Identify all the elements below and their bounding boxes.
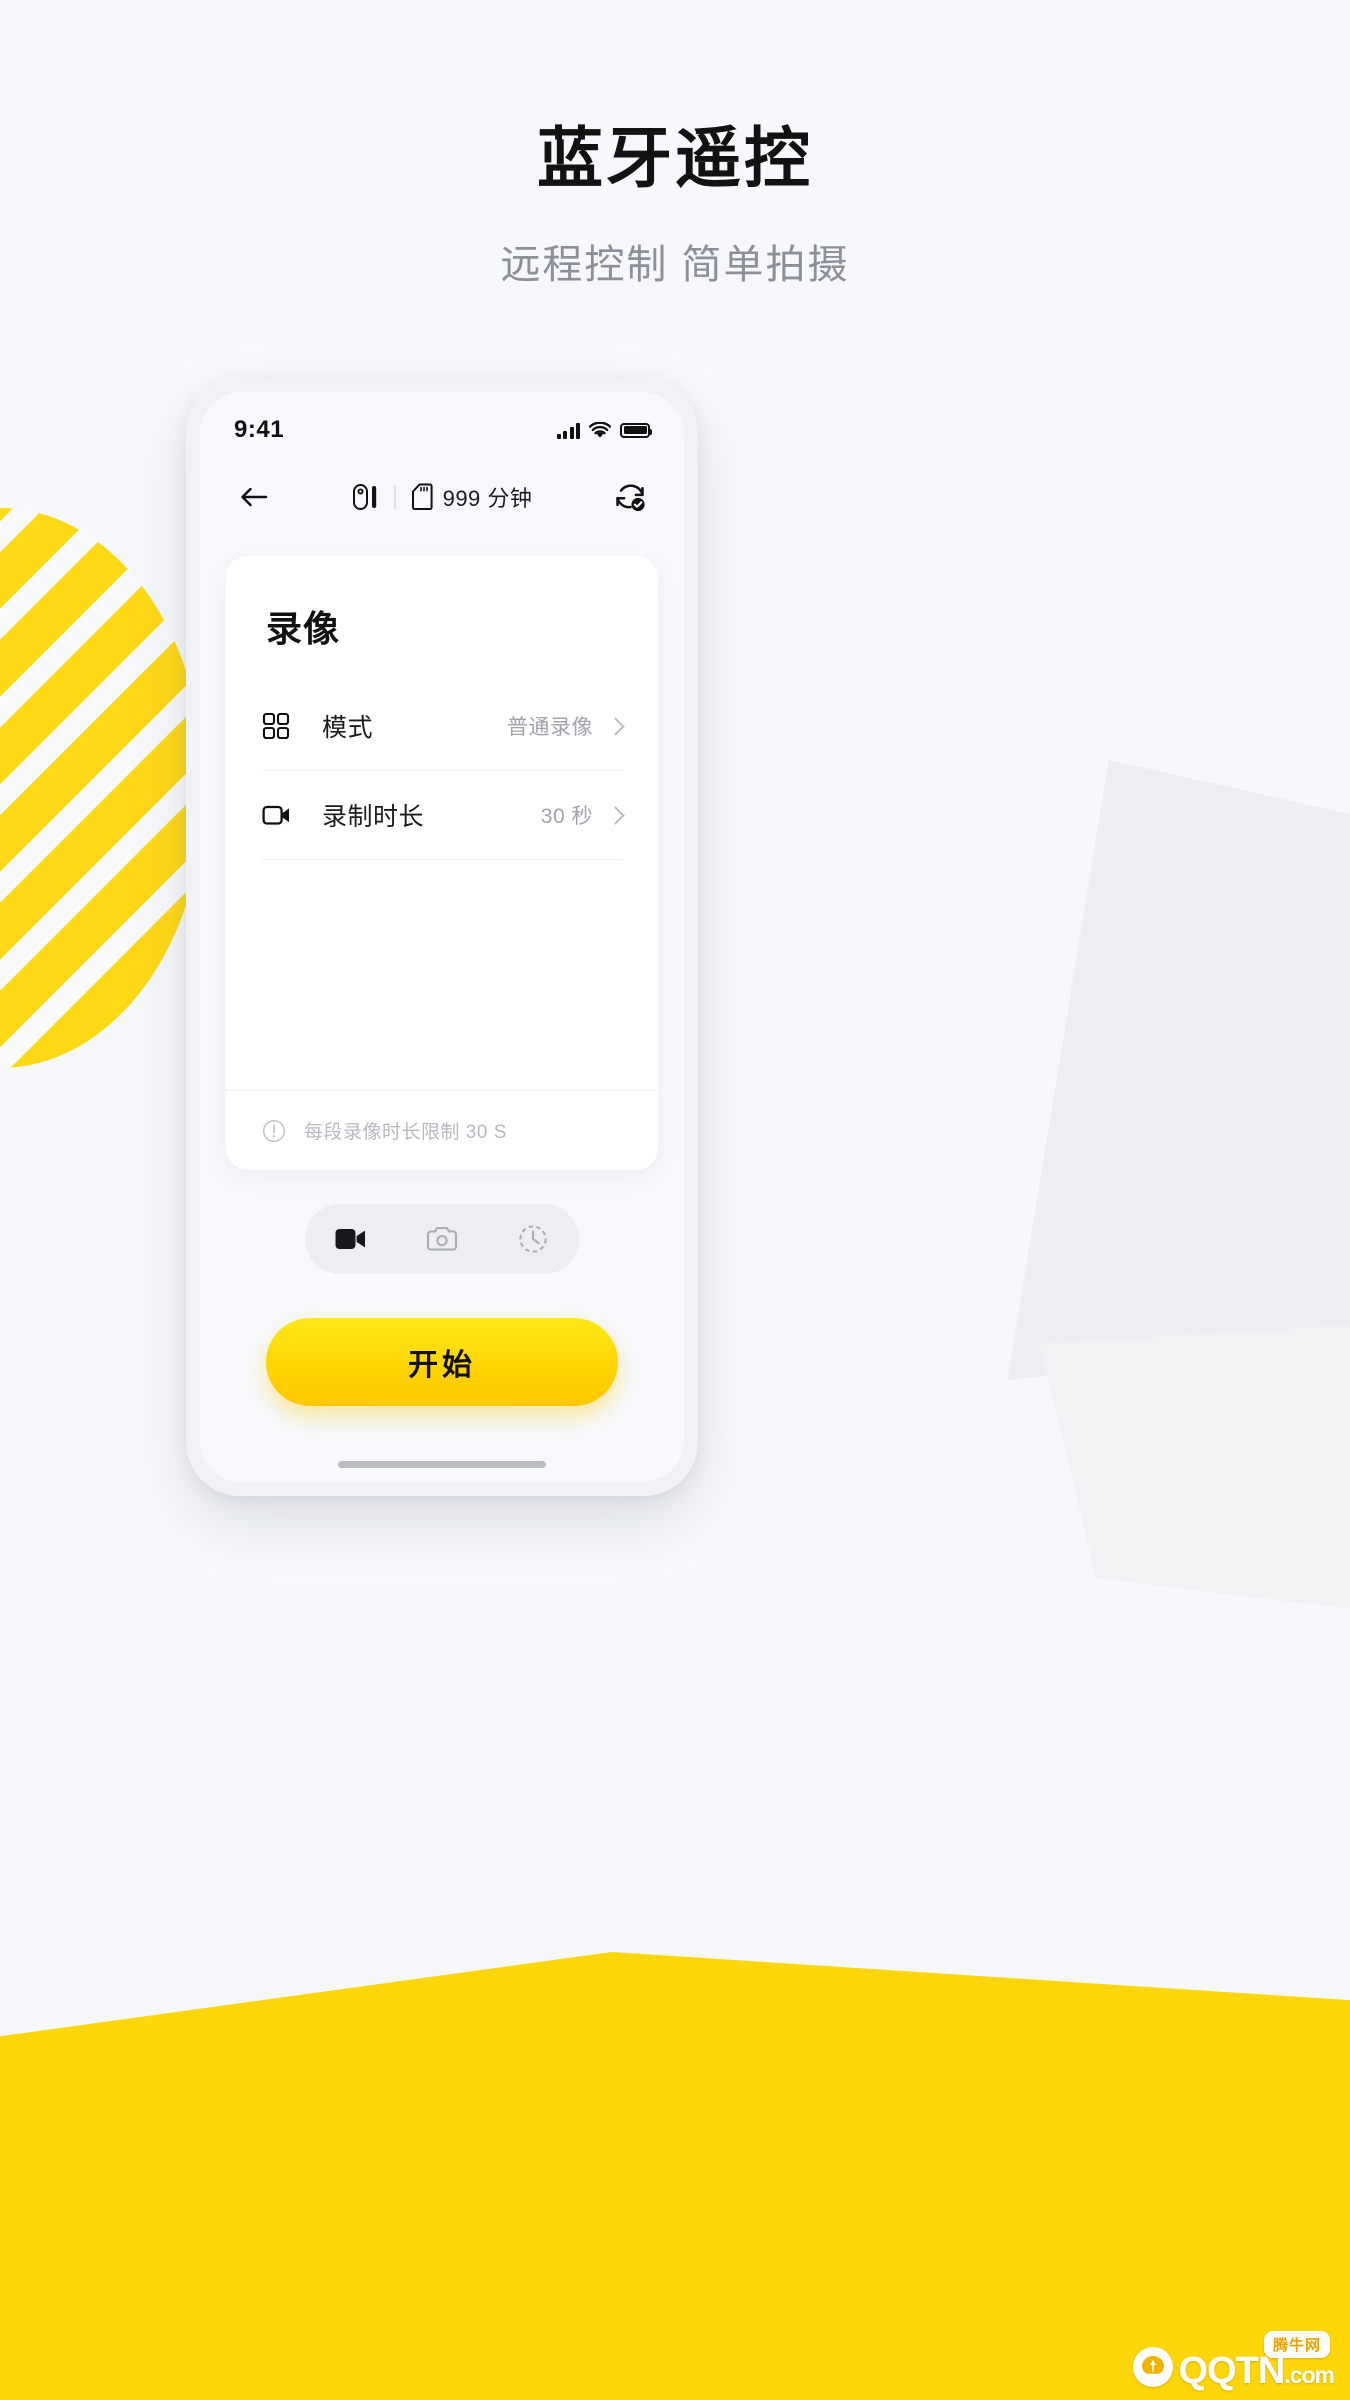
- camera-icon: [426, 1226, 458, 1251]
- app-navbar: 999 分钟: [200, 458, 684, 536]
- row-value-mode: 普通录像: [507, 716, 593, 739]
- card-title: 录像: [266, 608, 341, 649]
- cellular-bars-icon: [556, 422, 580, 439]
- back-button[interactable]: [230, 473, 278, 521]
- status-bar: 9:41: [200, 392, 684, 458]
- sd-storage-indicator[interactable]: 999 分钟: [410, 481, 533, 513]
- video-icon: [335, 1229, 365, 1249]
- status-icons: [556, 421, 652, 439]
- row-mode[interactable]: 模式 普通录像: [262, 682, 625, 771]
- chevron-right-icon: [606, 805, 625, 825]
- card-footer-note: 每段录像时长限制 30 S: [226, 1090, 658, 1170]
- exclamation-circle-icon: [262, 1119, 286, 1142]
- remote-battery-indicator[interactable]: [352, 482, 380, 512]
- phone-screen: 9:41 999 分钟 录像 模式 普通录像 录制时长 30 秒 每段录像时长限…: [200, 392, 684, 1482]
- capture-mode-switcher: [305, 1204, 579, 1274]
- gray-angled-shape: [1007, 760, 1350, 1380]
- status-time: 9:41: [234, 416, 285, 443]
- home-indicator[interactable]: [338, 1461, 546, 1468]
- video-camera-icon: [262, 805, 289, 825]
- photo-mode-button[interactable]: [414, 1211, 470, 1267]
- footer-note-text: 每段录像时长限制 30 S: [304, 1122, 507, 1143]
- sd-card-icon: [411, 483, 433, 510]
- promo-stage: 蓝牙遥控 远程控制 简单拍摄 9:41 999 分钟 录像 模式 普通录像 录制…: [0, 0, 1350, 2400]
- sd-storage-text: 999 分钟: [442, 486, 533, 511]
- yellow-stripe-circle: [0, 508, 205, 1068]
- start-button-wrap: 开始: [266, 1318, 618, 1406]
- timer-icon: [519, 1225, 547, 1253]
- start-button[interactable]: 开始: [266, 1318, 618, 1406]
- arrow-left-icon: [241, 487, 268, 507]
- wifi-icon: [589, 421, 611, 438]
- qqtn-logo-icon: [1132, 2347, 1173, 2387]
- gray-angled-shape-secondary: [1040, 1320, 1350, 1620]
- sync-check-icon: [616, 484, 645, 512]
- row-icon-wrap: [262, 803, 306, 827]
- row-label-mode: 模式: [322, 714, 374, 742]
- phone-mockup: 9:41 999 分钟 录像 模式 普通录像 录制时长 30 秒 每段录像时长限…: [186, 378, 698, 1496]
- chevron-right-icon: [606, 716, 625, 736]
- settings-card: 录像 模式 普通录像 录制时长 30 秒 每段录像时长限制 30 S: [226, 556, 658, 1170]
- watermark-badge: 腾牛网: [1263, 2331, 1330, 2358]
- promo-subheadline: 远程控制 简单拍摄: [500, 243, 850, 287]
- diagonal-stripes: [0, 508, 205, 1068]
- row-value-duration: 30 秒: [540, 805, 593, 828]
- site-watermark: QQTN.com 腾牛网: [1132, 2331, 1335, 2390]
- navbar-center: 999 分钟: [278, 481, 606, 513]
- promo-headline: 蓝牙遥控: [537, 121, 813, 195]
- bluetooth-remote-icon: [352, 484, 376, 510]
- battery-full-icon: [620, 422, 652, 438]
- grid-four-squares-icon: [262, 712, 290, 740]
- yellow-bottom-band: [0, 1952, 1350, 2400]
- row-duration[interactable]: 录制时长 30 秒: [262, 771, 625, 860]
- timelapse-mode-button[interactable]: [505, 1211, 561, 1267]
- sync-button[interactable]: [606, 473, 654, 521]
- navbar-divider: [393, 485, 396, 509]
- row-label-duration: 录制时长: [322, 803, 425, 831]
- watermark-suffix: .com: [1284, 2362, 1335, 2388]
- video-mode-button[interactable]: [323, 1211, 379, 1267]
- bull-head-icon: [1141, 2356, 1164, 2374]
- settings-rows: 模式 普通录像 录制时长 30 秒: [226, 682, 658, 1090]
- row-icon-wrap: [262, 712, 306, 740]
